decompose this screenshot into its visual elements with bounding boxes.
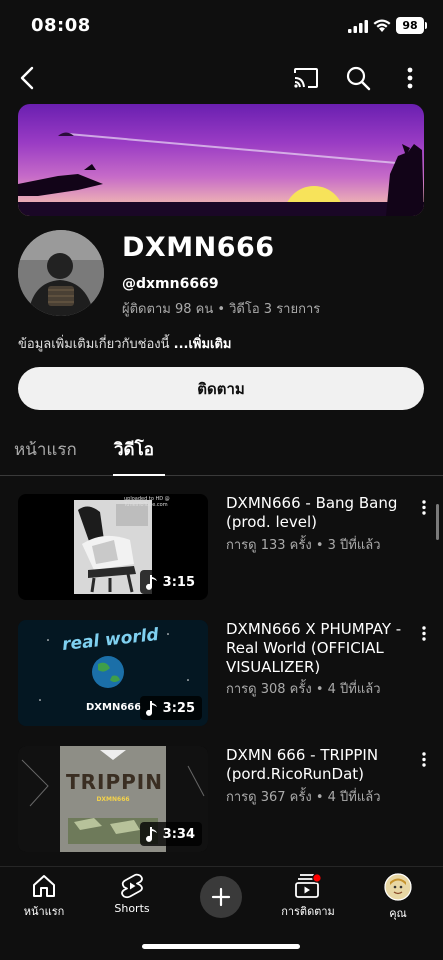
cast-button[interactable] (292, 64, 320, 92)
video-item[interactable]: uploaded to HD @ TunesToTube.com 3:15 DX… (0, 494, 443, 602)
channel-handle: @dxmn6669 (122, 276, 219, 292)
thumbnail-artist-text: DXMN666 (96, 796, 130, 803)
more-vertical-icon (407, 67, 413, 89)
home-icon (33, 875, 55, 897)
nav-subscriptions-label: การติดตาม (281, 905, 335, 918)
thumbnail-title-text: TRIPPIN (66, 770, 163, 794)
video-thumbnail[interactable]: TRIPPIN DXMN666 3:34 (18, 746, 208, 852)
search-button[interactable] (344, 64, 372, 92)
back-button[interactable] (14, 64, 42, 92)
video-title[interactable]: DXMN 666 - TRIPPIN (pord.RicoRunDat) (226, 746, 412, 784)
more-vertical-icon (422, 751, 426, 767)
video-meta: การดู 367 ครั้ง • 4 ปีที่แล้ว (226, 790, 381, 805)
plus-icon (211, 887, 231, 907)
channel-about-text: ข้อมูลเพิ่มเติมเกี่ยวกับช่องนี้ (18, 337, 170, 352)
search-icon (346, 66, 371, 91)
subscribe-button[interactable]: ติดตาม (18, 367, 424, 410)
channel-stats: ผู้ติดตาม 98 คน • วิดีโอ 3 รายการ (122, 302, 321, 317)
nav-subscriptions[interactable]: การติดตาม (268, 873, 348, 920)
video-meta: การดู 133 ครั้ง • 3 ปีที่แล้ว (226, 538, 381, 553)
video-action-menu[interactable] (414, 748, 434, 770)
more-vertical-icon (422, 499, 426, 515)
music-note-icon (145, 700, 157, 716)
video-action-menu[interactable] (414, 496, 434, 518)
nav-you[interactable]: คุณ (358, 873, 438, 922)
channel-banner (18, 104, 424, 216)
nav-you-label: คุณ (389, 907, 407, 920)
nav-shorts[interactable]: Shorts (92, 873, 172, 915)
notification-dot (312, 873, 322, 883)
shorts-icon (121, 873, 143, 899)
video-duration: 3:34 (139, 822, 202, 846)
video-duration-text: 3:34 (162, 826, 195, 842)
video-meta: การดู 308 ครั้ง • 4 ปีที่แล้ว (226, 682, 381, 697)
you-avatar (384, 873, 412, 901)
video-duration-text: 3:15 (162, 574, 195, 590)
status-time: 08:08 (31, 15, 91, 36)
channel-about[interactable]: ข้อมูลเพิ่มเติมเกี่ยวกับช่องนี้ ...เพิ่ม… (18, 333, 232, 354)
video-thumbnail[interactable]: real world DXMN666 3:25 (18, 620, 208, 726)
channel-name: DXMN666 (122, 232, 275, 263)
banner-artwork (18, 132, 424, 216)
video-duration: 3:15 (139, 570, 202, 594)
cast-icon (294, 68, 318, 88)
tab-videos[interactable]: วิดีโอ (114, 436, 154, 463)
battery-indicator: 98 (396, 17, 427, 34)
video-item[interactable]: TRIPPIN DXMN666 3:34 DXMN 666 - TRIPPIN … (0, 746, 443, 854)
top-nav (0, 58, 443, 98)
back-arrow-icon (20, 66, 34, 90)
music-note-icon (145, 826, 157, 842)
signal-icon (348, 20, 368, 33)
video-title[interactable]: DXMN666 - Bang Bang (prod. level) (226, 494, 412, 532)
avatar-photo (18, 230, 104, 316)
wifi-icon (373, 19, 391, 32)
thumbnail-caption: uploaded to HD @ TunesToTube.com (124, 496, 170, 508)
video-item[interactable]: real world DXMN666 3:25 DXMN666 X PHUMPA… (0, 620, 443, 728)
nav-shorts-label: Shorts (114, 902, 150, 915)
tab-home[interactable]: หน้าแรก (14, 436, 77, 463)
channel-tabs: หน้าแรก วิดีโอ (0, 420, 443, 476)
channel-avatar[interactable] (18, 230, 104, 316)
channel-about-more-link[interactable]: ...เพิ่มเติม (174, 337, 232, 352)
video-duration-text: 3:25 (162, 700, 195, 716)
thumbnail-artist-text: DXMN666 (86, 702, 142, 713)
video-duration: 3:25 (139, 696, 202, 720)
active-tab-indicator (113, 474, 165, 476)
home-indicator[interactable] (142, 944, 300, 949)
nav-home-label: หน้าแรก (23, 905, 65, 918)
nav-home[interactable]: หน้าแรก (4, 873, 84, 920)
video-action-menu[interactable] (414, 622, 434, 644)
music-note-icon (145, 574, 157, 590)
more-vertical-icon (422, 625, 426, 641)
more-options-button[interactable] (396, 64, 424, 92)
status-bar: 08:08 98 (0, 0, 443, 52)
subscriptions-icon (295, 873, 322, 898)
video-thumbnail[interactable]: uploaded to HD @ TunesToTube.com 3:15 (18, 494, 208, 600)
video-title[interactable]: DXMN666 X PHUMPAY - Real World (OFFICIAL… (226, 620, 412, 677)
scrollbar[interactable] (436, 504, 439, 540)
create-button[interactable] (200, 876, 242, 918)
